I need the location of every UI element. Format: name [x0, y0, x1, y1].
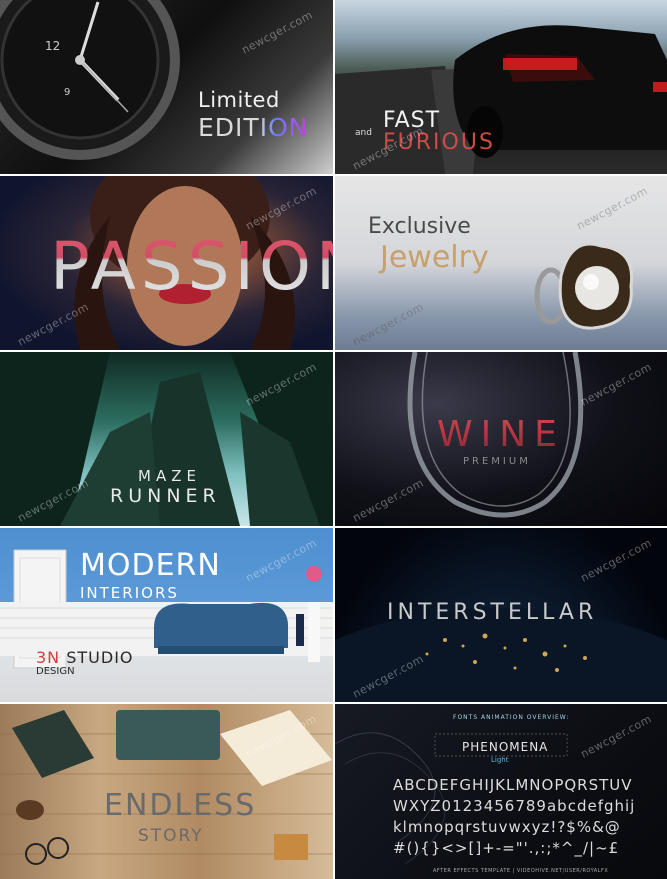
tile-title-line2: Jewelry: [380, 240, 489, 275]
tile-title-line1: Exclusive: [368, 214, 471, 239]
tile-subtitle: INTERIORS: [80, 584, 179, 602]
glyph-row: klmnopqrstuvwxyz!?$%&@: [393, 818, 621, 836]
tile-title-line2: STORY: [138, 826, 204, 846]
ring-graphic: [534, 242, 634, 330]
font-name: PHENOMENA: [462, 740, 549, 754]
tile-title: WINE: [437, 414, 565, 455]
svg-text:9: 9: [64, 87, 70, 98]
studio-logo: 3N STUDIO: [36, 648, 134, 667]
tile-limited-edition: 12 9 Limited EDITION newcger.com: [0, 0, 333, 174]
tile-modern-interiors: MODERN INTERIORS 3N STUDIO DESIGN newcge…: [0, 528, 333, 702]
studio-label: STUDIO: [66, 648, 134, 667]
tile-title: PASSION: [50, 228, 333, 305]
tile-jewelry: Exclusive Jewelry newcger.com newcger.co…: [335, 176, 667, 350]
tile-subtitle: PREMIUM: [463, 456, 531, 467]
tile-title-and: and: [355, 128, 372, 138]
glyph-row: #(){}<>[]+-="'.,:;*^_/|~£: [393, 839, 620, 857]
studio-mark: 3N: [36, 648, 61, 667]
tile-title-line2: EDITION: [198, 113, 309, 142]
tile-interstellar: INTERSTELLAR newcger.com newcger.com: [335, 528, 667, 702]
font-weight: Light: [491, 756, 509, 764]
tile-title: INTERSTELLAR: [387, 600, 598, 625]
tile-font-overview: FONTS ANIMATION OVERVIEW: PHENOMENA Ligh…: [335, 704, 667, 879]
tile-endless-story: ENDLESS STORY newcger.com: [0, 704, 333, 879]
svg-text:12: 12: [45, 39, 60, 53]
overview-heading: FONTS ANIMATION OVERVIEW:: [453, 714, 570, 721]
tile-title-line1: Limited: [198, 88, 280, 112]
tile-passion: PASSION newcger.com newcger.com: [0, 176, 333, 350]
watermark: newcger.com: [350, 300, 427, 349]
tile-title-line2: RUNNER: [110, 485, 221, 507]
watermark: newcger.com: [574, 184, 651, 233]
footer-credit: AFTER EFFECTS TEMPLATE | VIDEOHIVE.NET/U…: [433, 868, 609, 874]
glyph-row: ABCDEFGHIJKLMNOPQRSTUV: [393, 776, 633, 794]
studio-design-label: DESIGN: [36, 666, 75, 677]
glyph-row: WXYZ0123456789abcdefghij: [393, 797, 636, 815]
tile-wine: WINE PREMIUM newcger.com newcger.com: [335, 352, 667, 526]
tile-title: MODERN: [80, 548, 221, 583]
tile-title-line1: ENDLESS: [104, 788, 257, 823]
template-showcase-grid: 12 9 Limited EDITION newcger.com FAST an…: [0, 0, 667, 879]
tile-fast-furious: FAST and FURIOUS newcger.com: [335, 0, 667, 174]
tile-maze-runner: MAZE RUNNER newcger.com newcger.com: [0, 352, 333, 526]
tile-title-line1: MAZE: [138, 467, 201, 485]
